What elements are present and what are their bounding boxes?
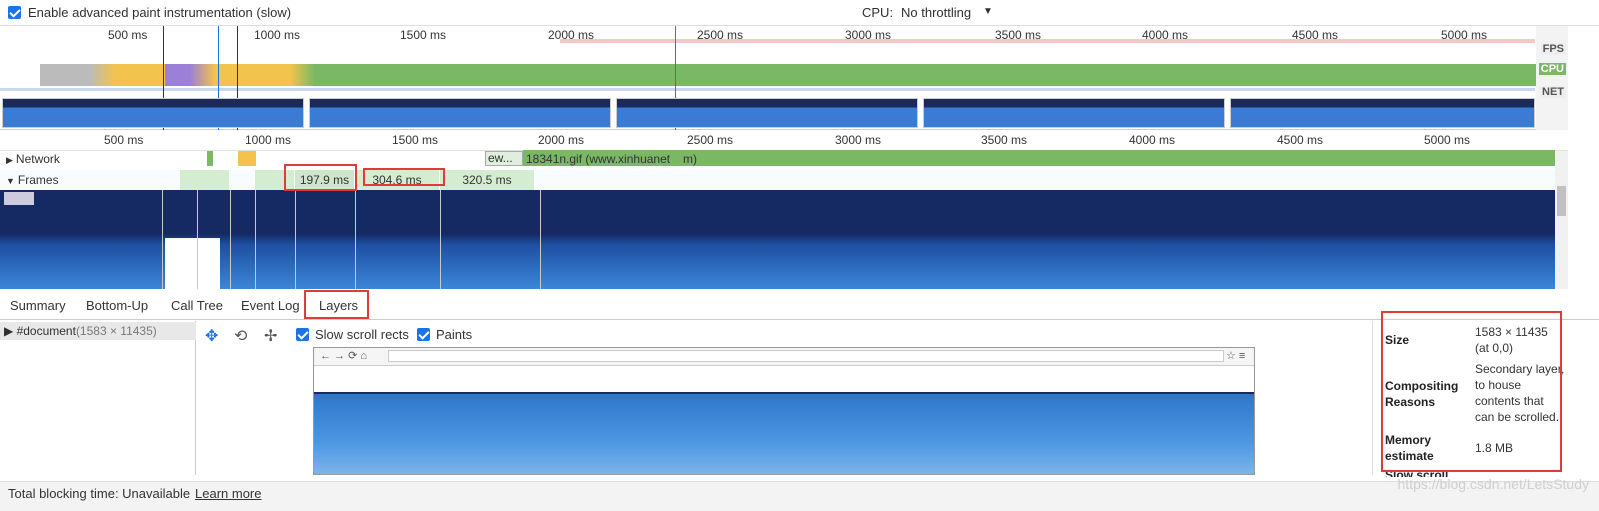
paint-instrumentation-checkbox[interactable] (8, 6, 21, 19)
page-header-preview (314, 367, 1254, 394)
frame-thumb-placeholder (4, 192, 34, 205)
network-request-bar[interactable] (523, 150, 1555, 166)
frame-divider (440, 190, 441, 289)
highlight-box (363, 168, 445, 186)
screenshot-thumb (309, 98, 611, 128)
overview-tick: 500 ms (108, 28, 148, 42)
layer-tree (0, 321, 196, 475)
status-bar: Total blocking time: Unavailable Learn m… (0, 481, 1599, 511)
reset-transform-icon[interactable]: ✢ (264, 326, 277, 346)
ruler-tick: 2000 ms (538, 133, 585, 147)
star-icon: ☆ ≡ (1226, 350, 1246, 362)
highlight-box (1381, 311, 1562, 472)
cpu-label: CPU (1538, 63, 1566, 75)
tab-bottom-up[interactable]: Bottom-Up (86, 298, 148, 313)
frames-track-label: Frames (17, 173, 59, 187)
layer-preview[interactable]: ← → ⟳ ⌂ ☆ ≡ (313, 347, 1255, 475)
frame-screenshots (0, 190, 1555, 289)
overview-labels: FPS CPU NET (1536, 26, 1568, 130)
expand-triangle-icon[interactable]: ▶ (4, 324, 17, 338)
network-request-bar[interactable] (238, 151, 256, 166)
document-size: (1583 × 11435) (75, 324, 157, 338)
net-bar (0, 88, 1535, 91)
tab-call-tree[interactable]: Call Tree (171, 298, 223, 313)
network-track-toggle[interactable]: ▶ Network (6, 152, 60, 166)
fps-label: FPS (1540, 43, 1566, 55)
frame-divider (230, 190, 231, 289)
highlight-box (304, 290, 369, 319)
net-label: NET (1540, 86, 1566, 98)
slow-scroll-rects-label: Slow scroll rects (315, 327, 409, 342)
frames-track-toggle[interactable]: ▼ Frames (6, 173, 59, 187)
cpu-chart (540, 64, 1540, 86)
browser-toolbar-preview: ← → ⟳ ⌂ ☆ ≡ (314, 348, 1254, 366)
details-tabs: Summary Bottom-Up Call Tree Event Log La… (0, 290, 1599, 320)
ruler-tick: 4000 ms (1129, 133, 1176, 147)
watermark: https://blog.csdn.net/LetsStudy (1397, 476, 1589, 492)
frame-divider (255, 190, 256, 289)
address-bar-preview (388, 350, 1224, 362)
frames-track (0, 170, 1555, 190)
screenshot-thumb (923, 98, 1225, 128)
ruler-tick: 500 ms (104, 133, 144, 147)
frame-divider (197, 190, 198, 289)
cpu-throttling-select[interactable]: No throttling (901, 5, 971, 20)
cpu-label: CPU: (862, 5, 894, 20)
frame-divider (355, 190, 356, 289)
network-request-short[interactable]: ew... (485, 151, 523, 166)
collapse-triangle-icon: ▼ (6, 176, 15, 186)
ruler-tick: 3000 ms (835, 133, 882, 147)
cpu-chart-early (40, 64, 540, 86)
overview-tick: 1000 ms (254, 28, 301, 42)
screenshot-thumb (1230, 98, 1535, 128)
dropdown-arrow-icon[interactable]: ▼ (983, 6, 993, 17)
layer-tree-item[interactable]: ▶ #document(1583 × 11435) (0, 322, 196, 340)
network-request-tail: m) (683, 152, 697, 166)
frame-divider (162, 190, 163, 289)
tab-summary[interactable]: Summary (10, 298, 66, 313)
highlight-box (284, 164, 357, 191)
slow-scroll-rects-checkbox[interactable] (296, 328, 309, 341)
details-ruler: 500 ms 1000 ms 1500 ms 2000 ms 2500 ms 3… (0, 131, 1568, 151)
expand-triangle-icon: ▶ (6, 155, 13, 165)
layers-toolbar: ✥ ⟲ ✢ Slow scroll rects Paints (197, 322, 1372, 346)
network-request-label: 18341n.gif (www.xinhuanet (526, 152, 671, 166)
ruler-tick: 2500 ms (687, 133, 734, 147)
nav-arrows-icon: ← → ⟳ ⌂ (320, 350, 368, 362)
fps-bar (560, 39, 1535, 43)
document-label: #document (16, 324, 76, 338)
scrollbar-thumb[interactable] (1557, 186, 1566, 216)
screenshot-thumb (2, 98, 304, 128)
frame-block[interactable] (180, 170, 230, 190)
ruler-tick: 4500 ms (1277, 133, 1324, 147)
paint-instrumentation-label: Enable advanced paint instrumentation (s… (28, 5, 292, 20)
timeline-overview[interactable]: 500 ms 1000 ms 1500 ms 2000 ms 2500 ms 3… (0, 26, 1568, 130)
ruler-tick: 1000 ms (245, 133, 292, 147)
paints-label: Paints (436, 327, 473, 342)
paints-checkbox[interactable] (417, 328, 430, 341)
tracks-scrollbar[interactable] (1555, 151, 1568, 289)
network-track-label: Network (15, 152, 60, 166)
blocking-time-text: Total blocking time: Unavailable (8, 486, 191, 501)
ruler-tick: 3500 ms (981, 133, 1028, 147)
rotate-mode-icon[interactable]: ⟲ (234, 326, 247, 346)
blank-frame (165, 238, 220, 289)
ruler-tick: 5000 ms (1424, 133, 1471, 147)
ruler-tick: 1500 ms (392, 133, 439, 147)
frame-block[interactable]: 320.5 ms (440, 170, 535, 190)
tab-event-log[interactable]: Event Log (241, 298, 300, 313)
top-toolbar: Enable advanced paint instrumentation (s… (0, 0, 1599, 26)
overview-tick: 1500 ms (400, 28, 447, 42)
frame-divider (540, 190, 541, 289)
learn-more-link[interactable]: Learn more (195, 486, 261, 501)
frame-divider (295, 190, 296, 289)
screenshot-thumb (616, 98, 918, 128)
page-banner-preview (314, 394, 1254, 474)
pan-mode-icon[interactable]: ✥ (205, 326, 218, 346)
network-request-bar[interactable] (207, 151, 213, 166)
